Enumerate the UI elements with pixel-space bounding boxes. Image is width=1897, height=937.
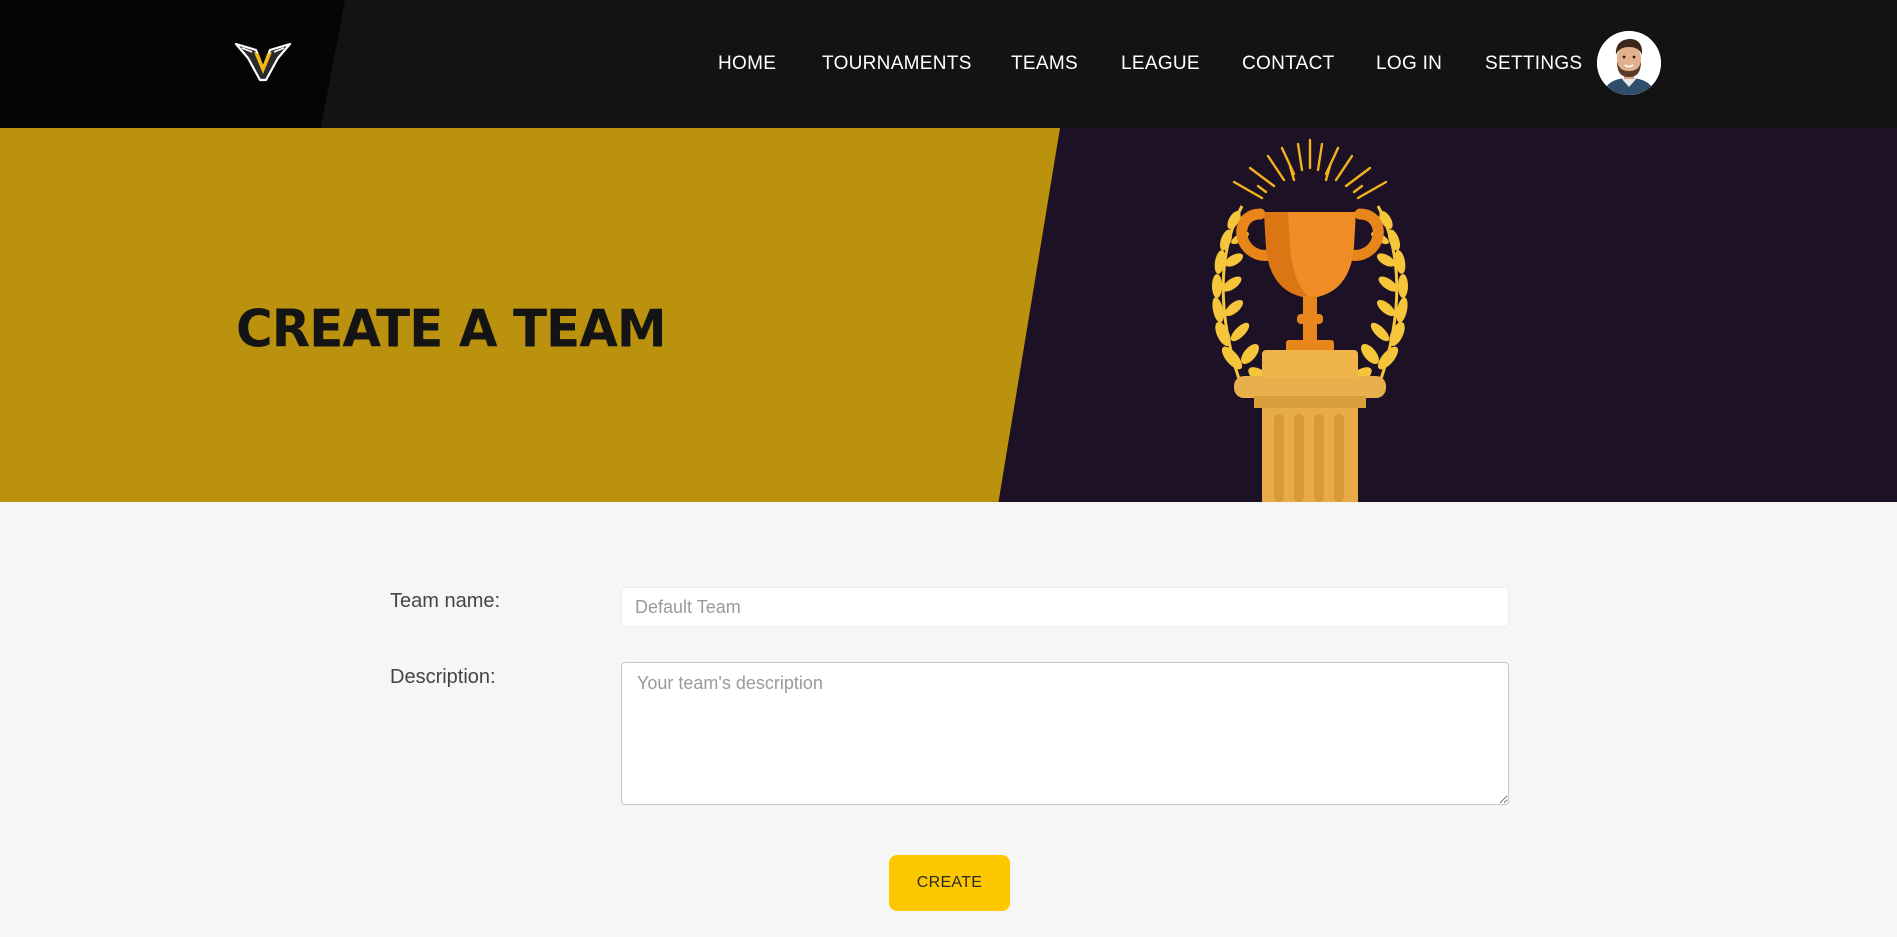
description-textarea[interactable] [621,662,1509,805]
team-name-input[interactable] [621,587,1509,627]
trophy-illustration [1212,138,1408,502]
nav-league[interactable]: LEAGUE [1121,53,1200,75]
nav-log-in[interactable]: LOG IN [1376,53,1442,75]
team-name-label: Team name: [390,590,501,612]
nav-contact[interactable]: CONTACT [1242,53,1335,75]
create-button[interactable]: CREATE [889,855,1010,911]
description-label: Description: [390,666,496,688]
page-title: CREATE A TEAM [236,298,667,360]
nav-tournaments[interactable]: TOURNAMENTS [822,53,972,75]
nav-settings[interactable]: SETTINGS [1485,53,1582,75]
site-header: HOME TOURNAMENTS TEAMS LEAGUE CONTACT LO… [0,0,1897,128]
user-avatar[interactable] [1597,31,1661,95]
hero-banner: CREATE A TEAM [0,128,1897,502]
nav-teams[interactable]: TEAMS [1011,53,1078,75]
create-team-form: Team name: Description: CREATE [0,502,1897,937]
trophy-cup-icon [1236,208,1384,352]
avatar-portrait-icon [1597,31,1661,95]
nav-home[interactable]: HOME [718,53,776,75]
sparkle-rays [1232,138,1388,200]
